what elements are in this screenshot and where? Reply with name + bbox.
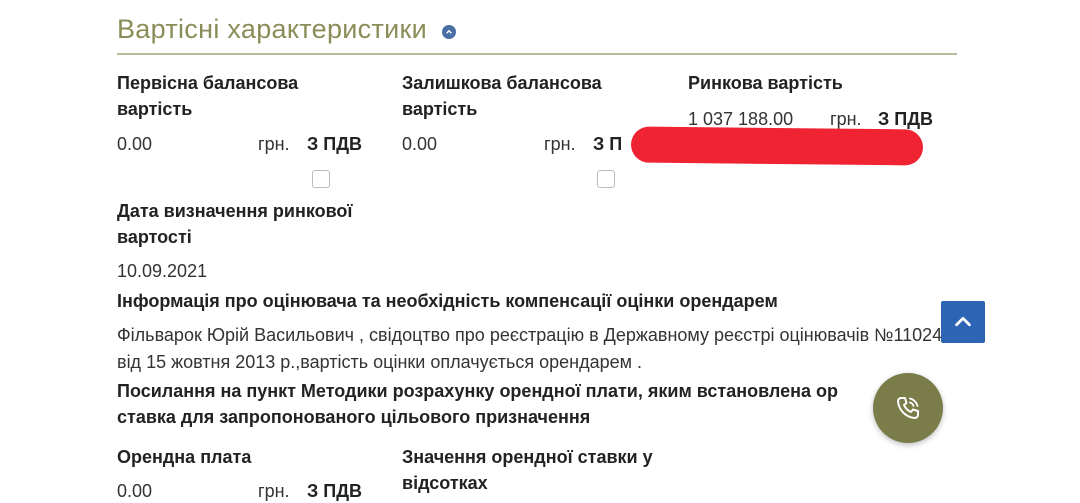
- market-date-value: 10.09.2021: [117, 261, 208, 281]
- initial-value: 0.00: [117, 134, 153, 154]
- call-button[interactable]: [873, 373, 943, 443]
- market-vat-label: З ПДВ: [878, 109, 934, 129]
- residual-vat-checkbox[interactable]: [597, 170, 615, 188]
- residual-value: 0.00: [402, 134, 438, 154]
- initial-value-label: Первісна балансова вартість: [117, 73, 299, 119]
- market-value-label: Ринкова вартість: [688, 73, 843, 93]
- chevron-up-icon: [955, 316, 971, 327]
- initial-unit: грн.: [258, 134, 290, 154]
- appraiser-info-label: Інформація про оцінювача та необхідність…: [117, 291, 778, 311]
- scroll-to-top-button[interactable]: [941, 301, 985, 343]
- residual-unit: грн.: [544, 134, 576, 154]
- collapse-toggle-icon[interactable]: [442, 25, 456, 39]
- section-title: Вартісні характеристики: [117, 14, 428, 44]
- rent-vat-label: З ПДВ: [307, 481, 363, 501]
- market-date-label: Дата визначення ринкової вартості: [117, 201, 353, 247]
- residual-value-label: Залишкова балансова вартість: [402, 73, 602, 119]
- appraiser-info-text: Фільварок Юрій Васильович , свідоцтво пр…: [117, 325, 943, 372]
- phone-icon: [897, 397, 919, 419]
- rent-label: Орендна плата: [117, 447, 252, 467]
- initial-vat-label: З ПДВ: [307, 134, 363, 154]
- section-divider: [117, 53, 957, 55]
- market-unit: грн.: [830, 109, 862, 129]
- rent-rate-label: Значення орендної ставки у відсотках: [402, 447, 653, 493]
- initial-vat-checkbox[interactable]: [312, 170, 330, 188]
- rent-unit: грн.: [258, 481, 290, 501]
- methodology-label: Посилання на пункт Методики розрахунку о…: [117, 381, 838, 427]
- residual-vat-label: З П: [593, 134, 623, 154]
- rent-value: 0.00: [117, 481, 153, 501]
- redaction-mark: [630, 126, 924, 166]
